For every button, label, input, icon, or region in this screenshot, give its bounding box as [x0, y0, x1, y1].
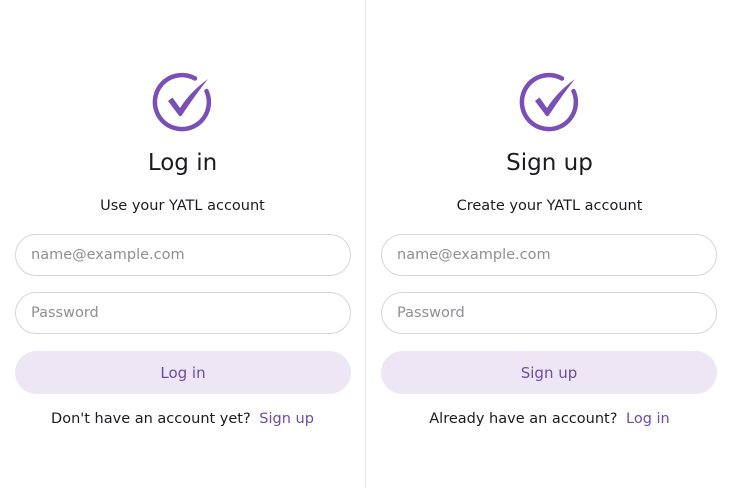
login-panel: Log in Use your YATL account Log in Don'…: [0, 0, 366, 488]
login-prompt-text: Already have an account?: [429, 411, 618, 427]
email-field[interactable]: [381, 234, 717, 276]
signup-prompt-text: Don't have an account yet?: [51, 411, 251, 427]
page-title: Log in: [147, 150, 218, 176]
check-circle-icon: [519, 72, 578, 132]
check-circle-icon: [152, 72, 211, 132]
login-prompt: Already have an account? Log in: [366, 411, 733, 427]
signup-prompt: Don't have an account yet? Sign up: [0, 411, 365, 427]
page-subtitle: Use your YATL account: [100, 198, 265, 214]
signup-panel: Sign up Create your YATL account Sign up…: [366, 0, 733, 488]
page-subtitle: Create your YATL account: [456, 198, 643, 214]
page-title: Sign up: [506, 150, 593, 176]
signup-button[interactable]: Sign up: [381, 351, 717, 394]
email-field[interactable]: [15, 234, 351, 276]
login-link[interactable]: Log in: [626, 411, 670, 427]
password-field[interactable]: [381, 292, 717, 334]
password-field[interactable]: [15, 292, 351, 334]
login-button[interactable]: Log in: [15, 351, 351, 394]
auth-screens: Log in Use your YATL account Log in Don'…: [0, 0, 733, 488]
signup-link[interactable]: Sign up: [259, 411, 314, 427]
